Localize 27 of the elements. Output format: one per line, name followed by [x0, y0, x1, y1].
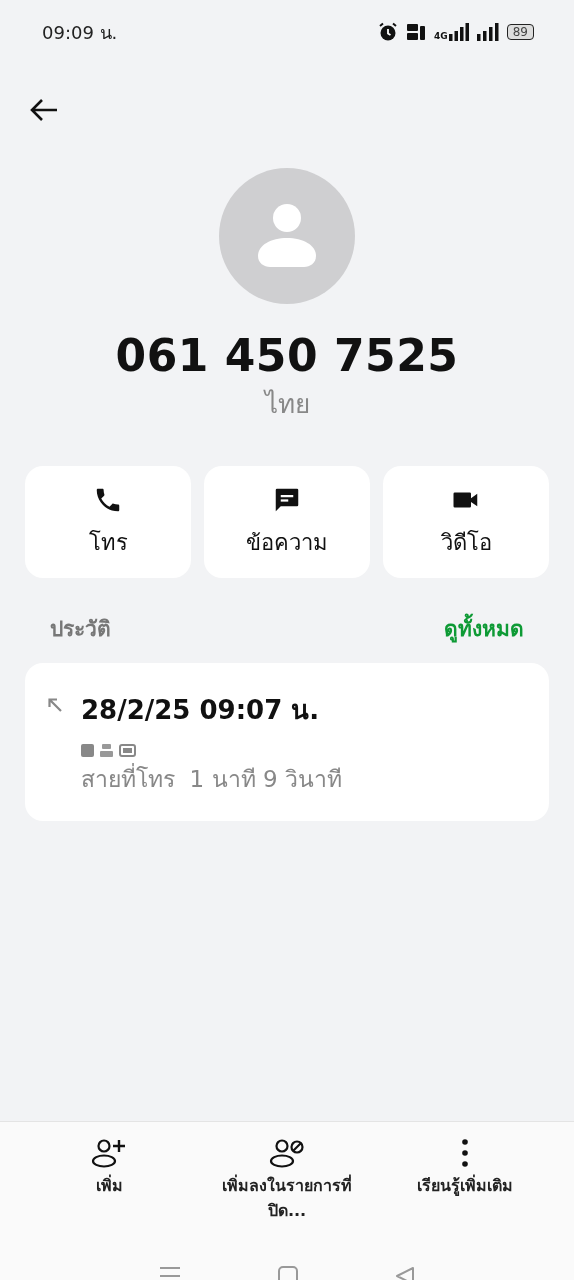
alarm-icon	[378, 22, 399, 42]
call-datetime: 28/2/25 09:07 น.	[81, 694, 321, 727]
location-label: ไทย	[264, 388, 310, 421]
block-person-icon	[269, 1137, 305, 1169]
signal-icon	[476, 23, 499, 41]
battery-level: 89	[506, 24, 534, 40]
menu-icon[interactable]	[158, 1266, 181, 1280]
outgoing-arrow-icon	[47, 697, 63, 713]
signal-icon	[448, 23, 469, 41]
more-button[interactable]: เรียนรู้เพิ่มเติม	[376, 1136, 554, 1224]
more-icon	[460, 1137, 470, 1169]
phone-number: 061 450 7525	[115, 330, 459, 381]
home-icon[interactable]	[278, 1266, 298, 1280]
block-button[interactable]: เพิ่มลงในรายการที่ปิด...	[198, 1136, 376, 1224]
status-time: 09:09 น.	[42, 20, 118, 45]
avatar-icon	[219, 168, 355, 304]
add-button[interactable]: เพิ่ม	[20, 1136, 198, 1224]
call-button[interactable]: โทร	[25, 466, 191, 578]
network-type: 4G	[434, 32, 448, 41]
message-button[interactable]: ข้อความ	[204, 466, 370, 578]
section-title: ประวัติ	[50, 616, 111, 643]
add-person-icon	[91, 1137, 127, 1169]
hd-badge-icon	[119, 744, 136, 757]
back-nav-icon[interactable]	[395, 1266, 416, 1280]
sim-badge-icon	[81, 744, 94, 757]
video-button[interactable]: วิดีโอ	[383, 466, 549, 578]
call-description: สายที่โทร 1 นาที 9 วินาที	[81, 761, 342, 797]
